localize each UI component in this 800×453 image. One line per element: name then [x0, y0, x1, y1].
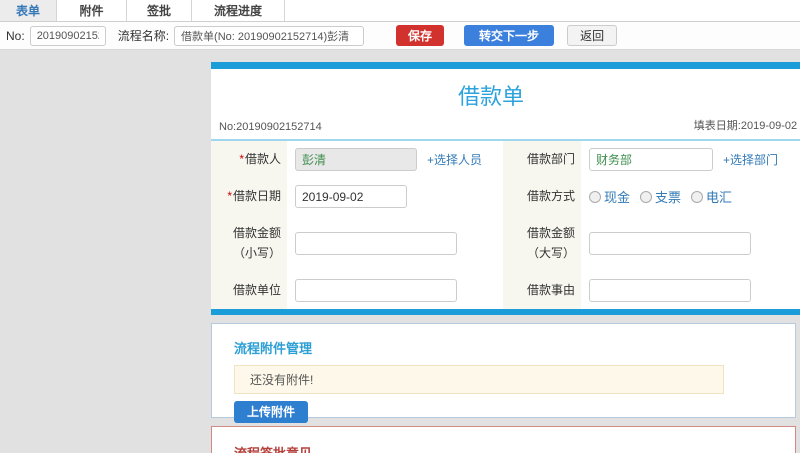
amount-uppercase-field-cell — [581, 215, 800, 271]
amount-lowercase-label: 借款金额（小写） — [211, 215, 287, 272]
radio-wire-transfer[interactable]: 电汇 — [691, 187, 732, 206]
loan-form-panel: 借款单 No:20190902152714 填表日期:2019-09-02 15… — [211, 62, 800, 315]
upload-attachment-button[interactable]: 上传附件 — [234, 400, 309, 423]
loan-unit-field-cell — [287, 272, 503, 309]
loan-method-label: 借款方式 — [503, 178, 581, 216]
tab-attachments[interactable]: 附件 — [57, 0, 127, 21]
radio-cash[interactable]: 现金 — [589, 187, 630, 206]
panel-bottom-bar — [211, 308, 800, 315]
loan-reason-field-cell — [581, 272, 800, 309]
tab-progress[interactable]: 流程进度 — [192, 0, 285, 21]
amount-uppercase-input[interactable] — [589, 232, 751, 256]
required-asterisk: * — [239, 152, 244, 166]
required-asterisk: * — [227, 189, 232, 204]
forward-next-step-button[interactable]: 转交下一步 — [464, 25, 555, 46]
radio-circle-icon[interactable] — [589, 190, 601, 203]
radio-cheque[interactable]: 支票 — [640, 187, 681, 206]
process-name-label: 流程名称: — [117, 29, 170, 43]
loan-reason-label: 借款事由 — [503, 271, 581, 309]
form-number: No:20190902152714 — [219, 121, 322, 133]
borrower-field-cell: +选择人员 — [287, 141, 503, 178]
page-content: 借款单 No:20190902152714 填表日期:2019-09-02 15… — [0, 62, 800, 453]
radio-circle-icon[interactable] — [691, 190, 704, 203]
save-button[interactable]: 保存 — [396, 25, 445, 46]
select-department-link[interactable]: +选择部门 — [723, 151, 778, 168]
radio-circle-icon[interactable] — [640, 190, 653, 203]
attachment-heading: 流程附件管理 — [234, 340, 313, 356]
amount-lowercase-input[interactable] — [295, 232, 457, 256]
amount-uppercase-label: 借款金额（大写） — [503, 215, 581, 272]
amount-lowercase-field-cell — [287, 215, 503, 271]
form-meta-row: No:20190902152714 填表日期:2019-09-02 15:27:… — [211, 117, 800, 139]
attachment-empty-notice: 还没有附件! — [234, 364, 724, 394]
borrower-input[interactable] — [295, 148, 417, 172]
select-person-link[interactable]: +选择人员 — [427, 151, 482, 168]
back-button[interactable]: 返回 — [567, 25, 618, 46]
loan-date-label: * 借款日期 — [211, 178, 287, 216]
department-label: 借款部门 — [503, 141, 581, 179]
attachment-panel: 流程附件管理 还没有附件! 上传附件 — [211, 322, 796, 423]
process-name-input[interactable] — [174, 25, 365, 46]
form-fill-date: 填表日期:2019-09-02 15:27:14 — [693, 120, 800, 132]
no-label: No: — [6, 28, 25, 43]
loan-date-field-cell — [287, 178, 503, 215]
form-grid: * 借款人 +选择人员 借款部门 +选择部门 * 借款日期 — [211, 141, 800, 309]
department-input[interactable] — [589, 148, 713, 172]
panel-top-bar — [211, 62, 800, 69]
form-title: 借款单 — [457, 84, 524, 109]
no-input[interactable] — [29, 25, 106, 46]
tab-form[interactable]: 表单 — [0, 0, 57, 21]
loan-method-field-cell: 现金 支票 电汇 — [581, 178, 800, 215]
loan-unit-label: 借款单位 — [211, 271, 287, 309]
borrower-label: * 借款人 — [211, 141, 287, 179]
approval-panel: 流程签批意见 B I abc — [211, 425, 796, 453]
tab-approval[interactable]: 签批 — [127, 0, 192, 21]
approval-heading: 流程签批意见 — [234, 443, 773, 453]
loan-date-input[interactable] — [295, 185, 407, 209]
tab-bar: 表单 附件 签批 流程进度 — [0, 0, 800, 22]
command-bar: No: 流程名称: 保存 转交下一步 返回 — [0, 22, 800, 50]
loan-unit-input[interactable] — [295, 278, 457, 302]
department-field-cell: +选择部门 — [581, 141, 800, 178]
loan-reason-input[interactable] — [589, 278, 751, 302]
